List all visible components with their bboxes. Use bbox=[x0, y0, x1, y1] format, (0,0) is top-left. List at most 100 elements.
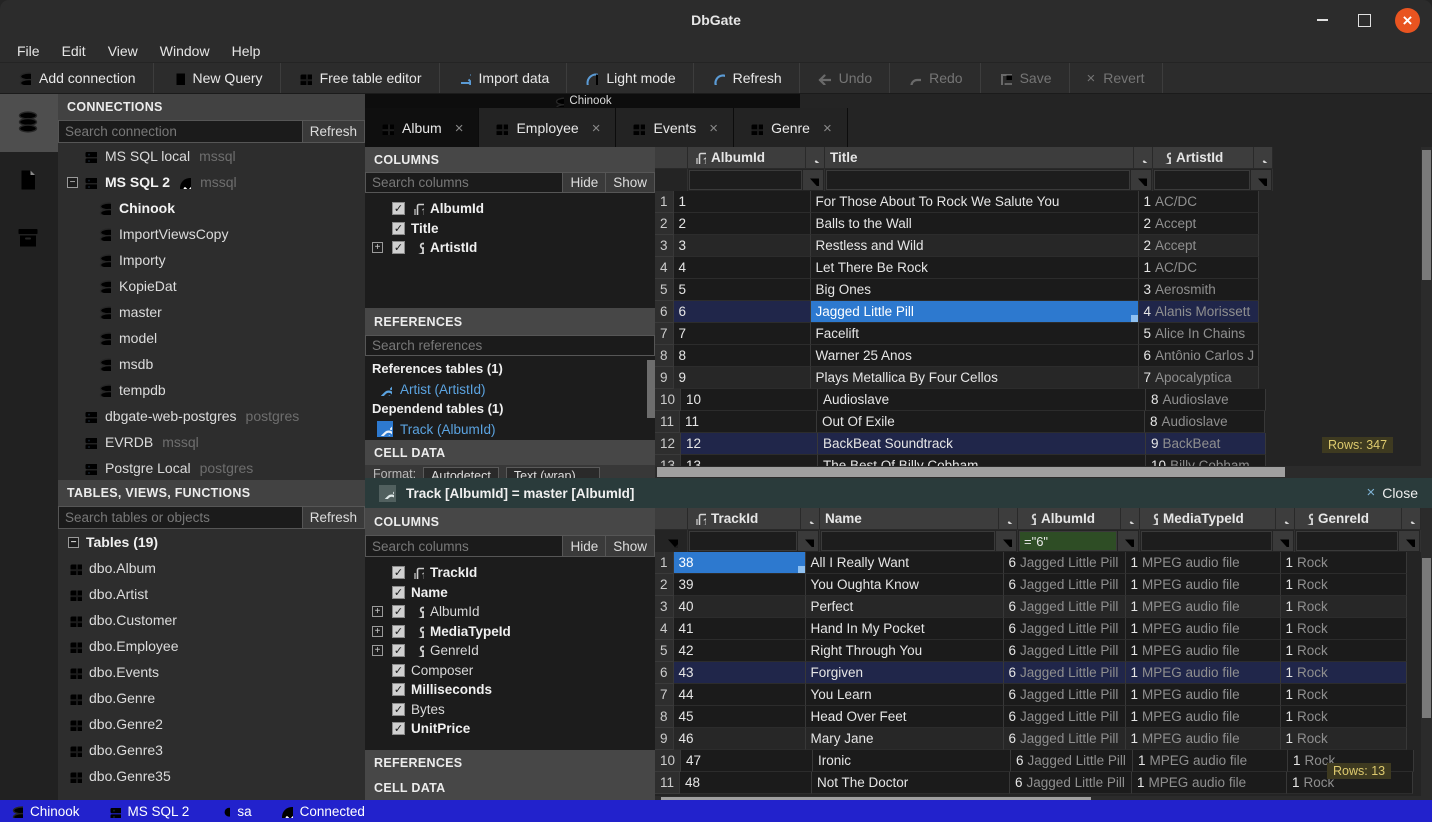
collapse-toggle-icon[interactable] bbox=[68, 537, 79, 548]
title-cell[interactable]: Restless and Wild bbox=[811, 235, 1139, 257]
wrap-select[interactable]: Text (wrap) bbox=[506, 467, 600, 478]
genreid-cell[interactable]: 1Rock bbox=[1281, 574, 1407, 596]
menu-item[interactable]: Edit bbox=[51, 40, 97, 62]
title-cell[interactable]: Out Of Exile bbox=[817, 411, 1145, 433]
status-user[interactable]: sa bbox=[217, 804, 251, 819]
status-server[interactable]: MS SQL 2 bbox=[108, 804, 190, 819]
trackid-cell[interactable]: 43 bbox=[674, 662, 806, 684]
genreid-cell[interactable]: 1Rock bbox=[1281, 728, 1407, 750]
close-tab-icon[interactable] bbox=[455, 120, 464, 136]
column-checkbox[interactable] bbox=[392, 644, 405, 657]
albumid-cell[interactable]: 3 bbox=[674, 235, 811, 257]
artistid-cell[interactable]: 7Apocalyptica bbox=[1139, 367, 1259, 389]
name-cell[interactable]: Not The Doctor bbox=[812, 772, 1010, 794]
name-cell[interactable]: All I Really Want bbox=[806, 552, 1004, 574]
tables-refresh-button[interactable]: Refresh bbox=[303, 506, 365, 529]
albumid-cell[interactable]: 10 bbox=[681, 389, 818, 411]
connection-item[interactable]: master bbox=[58, 299, 365, 325]
menu-item[interactable]: Window bbox=[149, 40, 221, 62]
genreid-cell[interactable]: 1Rock bbox=[1281, 706, 1407, 728]
column-checkbox[interactable] bbox=[392, 722, 405, 735]
filter-input[interactable] bbox=[689, 170, 802, 190]
row-number-cell[interactable]: 13 bbox=[655, 455, 681, 466]
revert-button[interactable]: Revert bbox=[1070, 63, 1163, 93]
artistid-cell[interactable]: 5Alice In Chains bbox=[1139, 323, 1259, 345]
rail-files-item[interactable] bbox=[0, 152, 58, 210]
connection-item[interactable]: Chinook bbox=[58, 195, 365, 221]
connection-item[interactable]: Importy bbox=[58, 247, 365, 273]
title-cell[interactable]: Balls to the Wall bbox=[811, 213, 1139, 235]
show-button[interactable]: Show bbox=[606, 535, 655, 557]
connection-item[interactable]: KopieDat bbox=[58, 273, 365, 299]
status-database[interactable]: Chinook bbox=[10, 804, 80, 819]
column-header-name[interactable]: Name bbox=[820, 508, 1018, 530]
albumid-cell[interactable]: 6Jagged Little Pill bbox=[1004, 574, 1126, 596]
column-item[interactable]: AlbumId bbox=[365, 602, 655, 622]
trackid-cell[interactable]: 47 bbox=[681, 750, 813, 772]
title-cell[interactable]: BackBeat Soundtrack bbox=[818, 433, 1146, 455]
row-number-cell[interactable]: 11 bbox=[655, 772, 680, 794]
references-search-input[interactable] bbox=[365, 335, 655, 356]
connection-item[interactable]: msdb bbox=[58, 351, 365, 377]
column-checkbox[interactable] bbox=[392, 586, 405, 599]
albumid-cell[interactable]: 6Jagged Little Pill bbox=[1004, 618, 1126, 640]
artistid-cell[interactable]: 4Alanis Morissett bbox=[1139, 301, 1259, 323]
title-cell[interactable]: Let There Be Rock bbox=[811, 257, 1139, 279]
minimize-button[interactable] bbox=[1311, 9, 1333, 31]
title-cell[interactable]: Warner 25 Anos bbox=[811, 345, 1139, 367]
artistid-cell[interactable]: 3Aerosmith bbox=[1139, 279, 1259, 301]
name-cell[interactable]: You Oughta Know bbox=[806, 574, 1004, 596]
filter-icon[interactable] bbox=[803, 170, 823, 190]
row-number-cell[interactable]: 10 bbox=[655, 750, 681, 772]
table-item[interactable]: dbo.Artist bbox=[58, 581, 365, 607]
column-menu-button[interactable] bbox=[1275, 508, 1294, 529]
table-item[interactable]: dbo.Genre35 bbox=[58, 763, 365, 789]
import-data-button[interactable]: Import data bbox=[440, 63, 568, 93]
artistid-cell[interactable]: 8Audioslave bbox=[1145, 411, 1265, 433]
column-item[interactable]: UnitPrice bbox=[365, 719, 655, 739]
row-number-cell[interactable]: 6 bbox=[655, 662, 674, 684]
trackid-cell[interactable]: 40 bbox=[674, 596, 806, 618]
albumid-cell[interactable]: 6Jagged Little Pill bbox=[1004, 662, 1126, 684]
tables-group-header[interactable]: Tables (19) bbox=[58, 529, 365, 555]
filter-icon[interactable] bbox=[1131, 170, 1151, 190]
column-menu-button[interactable] bbox=[800, 508, 819, 529]
menu-item[interactable]: File bbox=[6, 40, 51, 62]
new-query-button[interactable]: New Query bbox=[154, 63, 281, 93]
connections-refresh-button[interactable]: Refresh bbox=[303, 120, 365, 143]
row-number-cell[interactable]: 8 bbox=[655, 345, 674, 367]
artistid-cell[interactable]: 6Antônio Carlos J bbox=[1139, 345, 1259, 367]
connection-item[interactable]: Postgre Local postgres bbox=[58, 455, 365, 480]
table-item[interactable]: dbo.Album bbox=[58, 555, 365, 581]
trackid-cell[interactable]: 38 bbox=[674, 552, 806, 574]
row-number-cell[interactable]: 10 bbox=[655, 389, 681, 411]
column-checkbox[interactable] bbox=[392, 703, 405, 716]
albumid-cell[interactable]: 6Jagged Little Pill bbox=[1011, 750, 1133, 772]
column-item[interactable]: AlbumId bbox=[365, 199, 655, 219]
title-cell[interactable]: Audioslave bbox=[818, 389, 1146, 411]
close-button[interactable] bbox=[1395, 8, 1420, 33]
filter-icon[interactable] bbox=[1273, 531, 1293, 551]
connection-item[interactable]: MS SQL local mssql bbox=[58, 143, 365, 169]
albumid-cell[interactable]: 13 bbox=[681, 455, 818, 466]
tab-events[interactable]: Events bbox=[616, 108, 734, 147]
column-menu-button[interactable] bbox=[805, 147, 824, 168]
filter-icon[interactable] bbox=[798, 531, 818, 551]
row-number-cell[interactable]: 1 bbox=[655, 552, 674, 574]
row-number-cell[interactable]: 2 bbox=[655, 213, 674, 235]
genreid-cell[interactable]: 1Rock bbox=[1281, 684, 1407, 706]
trackid-cell[interactable]: 48 bbox=[680, 772, 812, 794]
mediatypeid-cell[interactable]: 1MPEG audio file bbox=[1126, 574, 1281, 596]
albumid-cell[interactable]: 11 bbox=[680, 411, 817, 433]
table-item[interactable]: dbo.Genre bbox=[58, 685, 365, 711]
row-number-cell[interactable]: 5 bbox=[655, 640, 674, 662]
row-number-cell[interactable]: 2 bbox=[655, 574, 674, 596]
filter-input[interactable] bbox=[826, 170, 1130, 190]
name-cell[interactable]: Ironic bbox=[813, 750, 1011, 772]
albumid-cell[interactable]: 4 bbox=[674, 257, 811, 279]
title-cell[interactable]: For Those About To Rock We Salute You bbox=[811, 191, 1139, 213]
title-cell[interactable]: The Best Of Billy Cobham bbox=[818, 455, 1146, 466]
connection-item[interactable]: dbgate-web-postgres postgres bbox=[58, 403, 365, 429]
column-header-trackid[interactable]: TrackId bbox=[688, 508, 820, 530]
filter-icon[interactable] bbox=[1399, 531, 1419, 551]
